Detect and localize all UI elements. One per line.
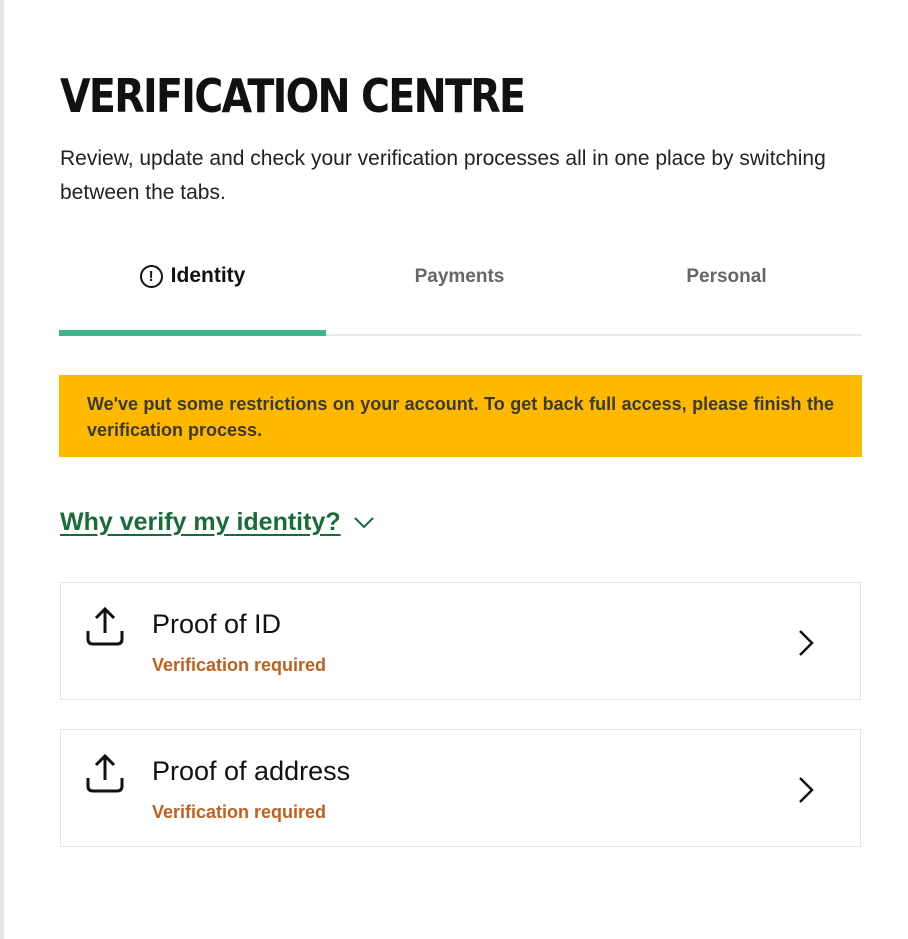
upload-icon	[86, 606, 124, 646]
tab-identity-label: Identity	[170, 264, 246, 287]
proof-of-id-status: Verification required	[152, 655, 327, 675]
page-title: VERIFICATION CENTRE	[60, 69, 526, 123]
page-subtitle: Review, update and check your verificati…	[60, 147, 826, 204]
proof-of-address-card[interactable]: Proof of address Verification required	[60, 729, 861, 847]
chevron-right-icon	[799, 630, 814, 656]
chevron-down-icon	[353, 516, 374, 528]
alert-circle-icon: !	[139, 265, 163, 288]
upload-icon	[86, 753, 124, 793]
proof-of-id-card[interactable]: Proof of ID Verification required	[60, 582, 861, 700]
proof-of-address-title: Proof of address	[152, 756, 351, 786]
tab-identity[interactable]: ! Identity	[59, 246, 326, 336]
verification-tabs: ! Identity Payments Personal	[59, 246, 862, 336]
left-edge-divider	[0, 0, 4, 939]
restriction-banner: We've put some restrictions on your acco…	[59, 375, 862, 457]
why-verify-link[interactable]: Why verify my identity?	[60, 508, 375, 537]
tab-personal[interactable]: Personal	[593, 246, 860, 334]
proof-of-id-title: Proof of ID	[152, 609, 282, 639]
tab-payments-label: Payments	[414, 266, 505, 287]
restriction-banner-text: We've put some restrictions on your acco…	[87, 394, 834, 440]
proof-of-address-status: Verification required	[152, 802, 327, 822]
why-verify-link-label: Why verify my identity?	[60, 508, 341, 536]
chevron-right-icon	[799, 777, 814, 803]
tab-personal-label: Personal	[686, 266, 767, 287]
tab-payments[interactable]: Payments	[326, 246, 593, 334]
